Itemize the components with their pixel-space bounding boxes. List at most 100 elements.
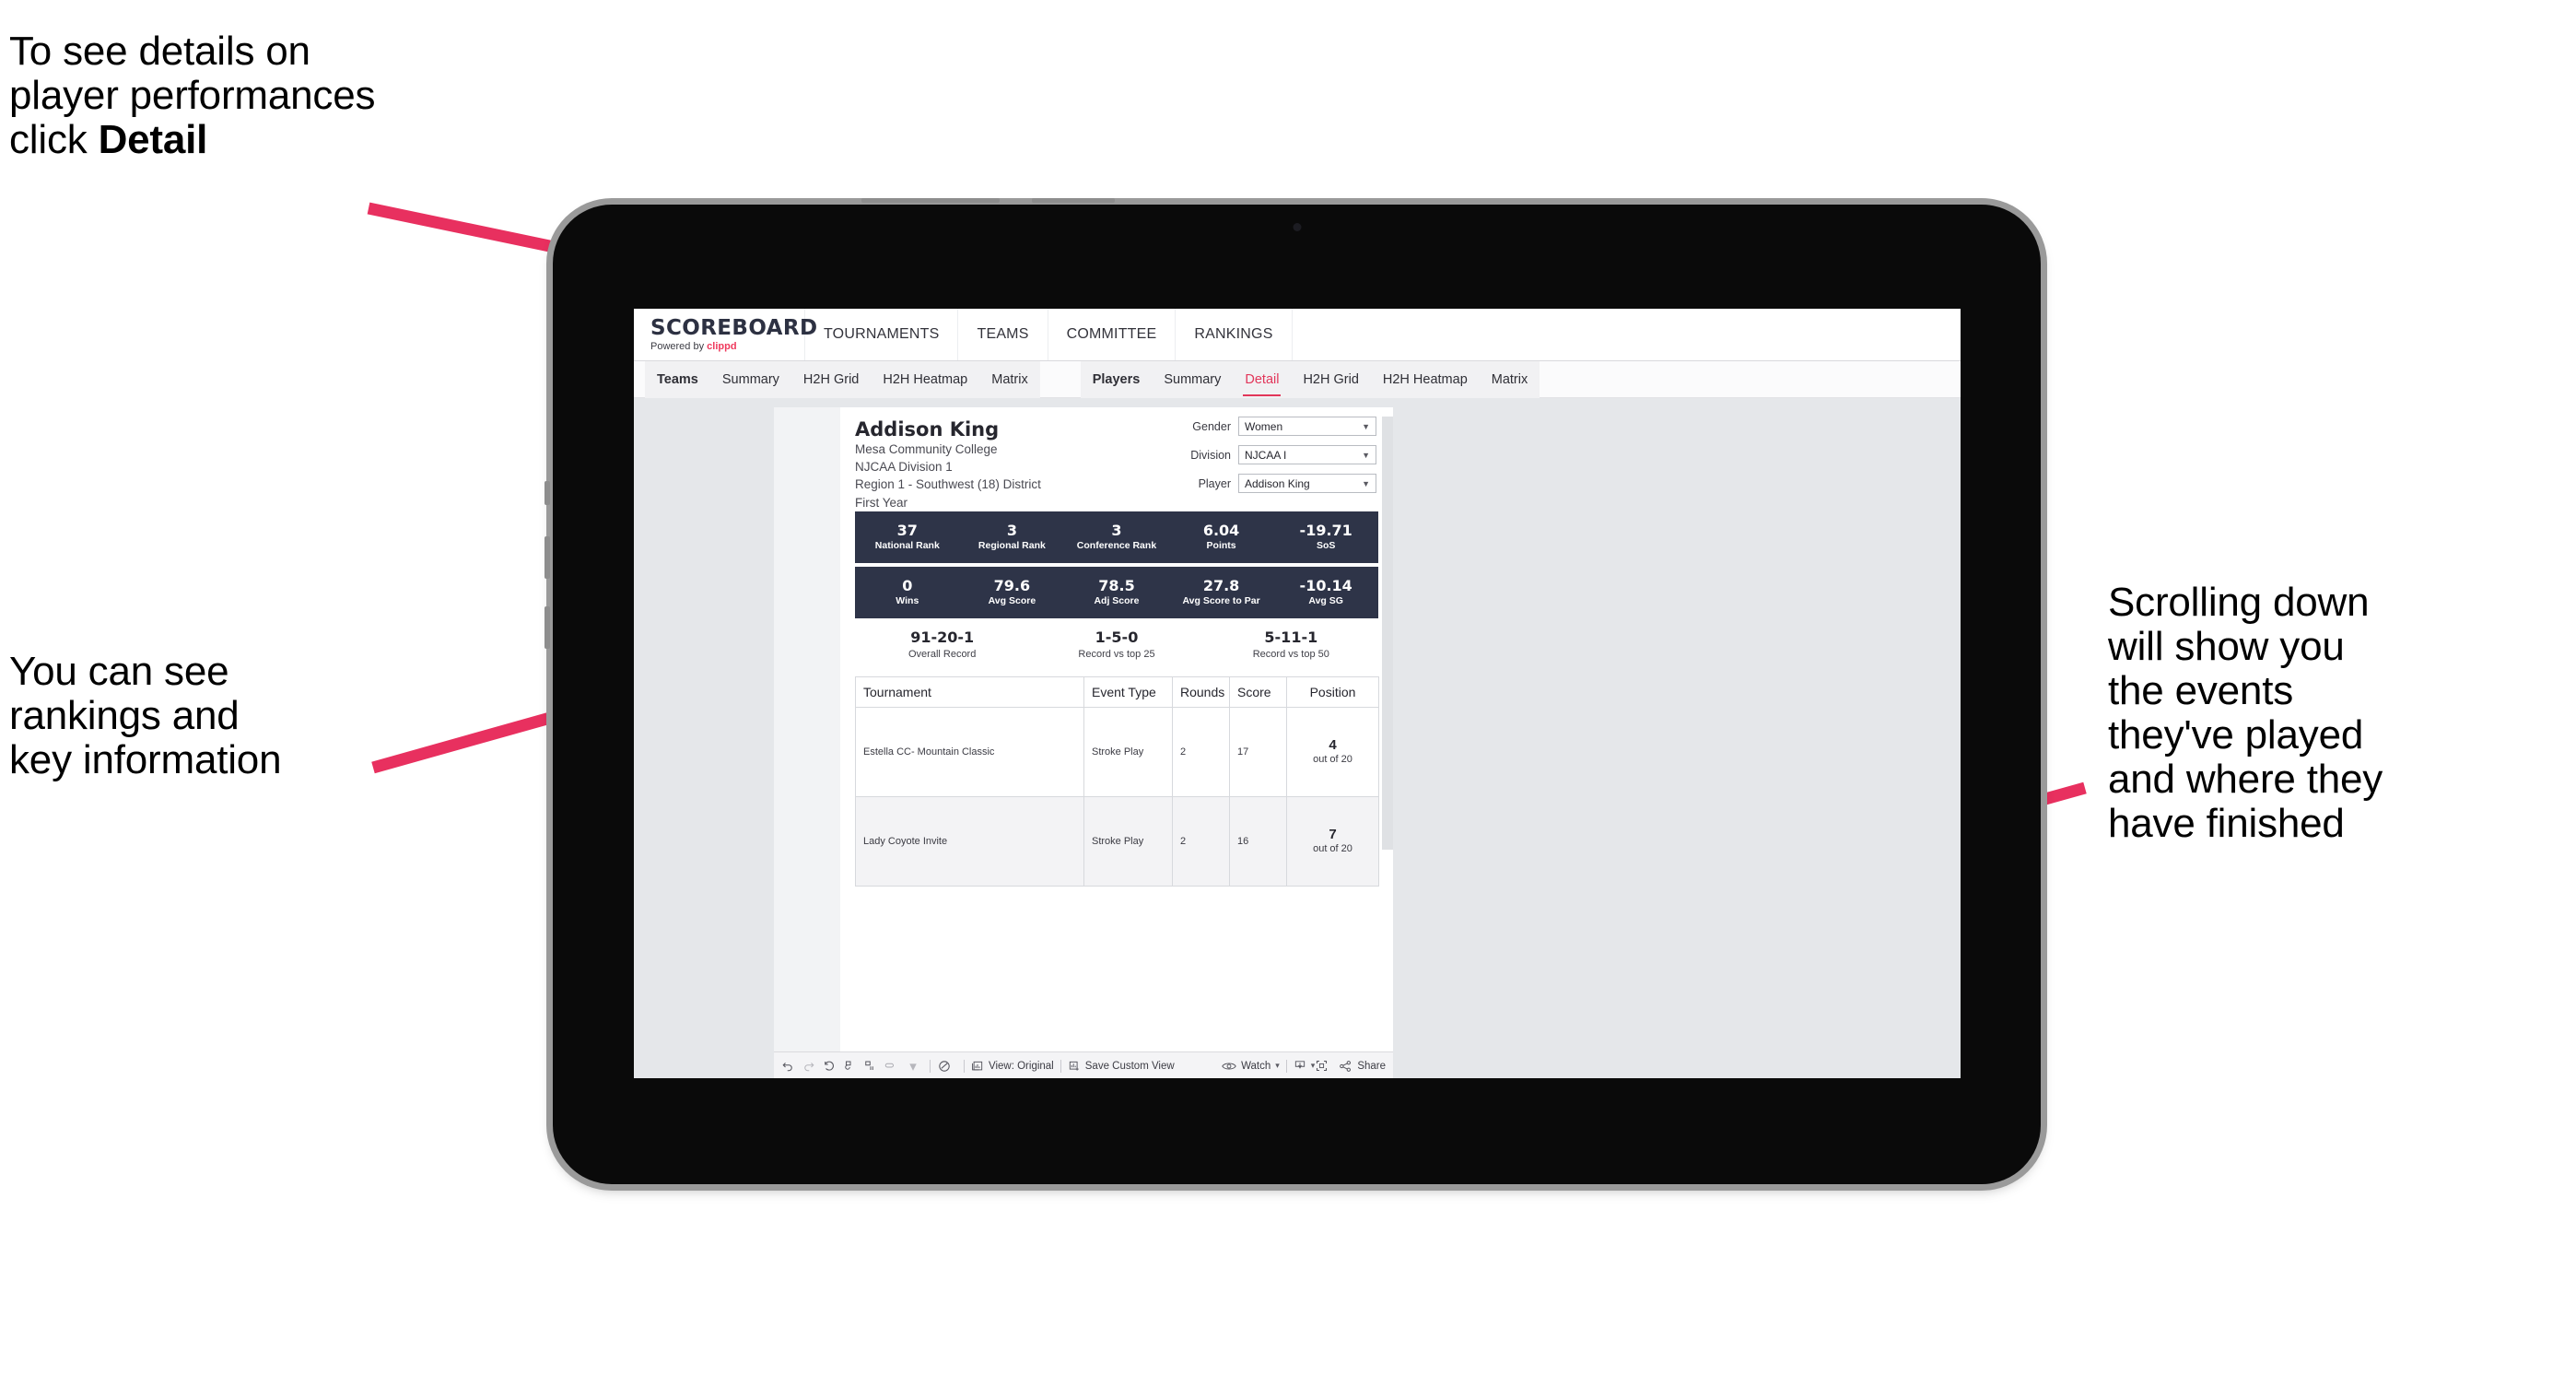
column-rounds[interactable]: Rounds <box>1172 676 1230 708</box>
column-tournament[interactable]: Tournament <box>855 676 1084 708</box>
nav-teams[interactable]: TEAMS <box>958 309 1048 360</box>
tab-players-h2h-heatmap[interactable]: H2H Heatmap <box>1371 361 1480 398</box>
record-top50-label: Record vs top 50 <box>1252 648 1329 660</box>
tab-players-summary[interactable]: Summary <box>1152 361 1233 398</box>
tab-players[interactable]: Players <box>1081 361 1153 398</box>
cell-tournament: Estella CC- Mountain Classic <box>855 707 1084 797</box>
stat-adj-score: 78.5 Adj Score <box>1064 577 1169 608</box>
stat-national-rank: 37 National Rank <box>855 522 960 553</box>
watch-label: Watch <box>1241 1060 1271 1072</box>
record-overall-label: Overall Record <box>907 648 977 660</box>
player-year: First Year <box>855 495 908 510</box>
nav-tournaments[interactable]: TOURNAMENTS <box>805 309 959 360</box>
tab-teams-h2h-grid[interactable]: H2H Grid <box>791 361 871 398</box>
tablet-camera <box>1293 223 1301 231</box>
powered-by-text: Powered by <box>650 340 708 352</box>
vertical-scrollbar[interactable] <box>1382 417 1393 850</box>
redo-icon <box>802 1059 822 1073</box>
annotation-click-detail: To see details on player performances cl… <box>9 29 599 162</box>
stat-wins: 0 Wins <box>855 577 960 608</box>
fullscreen-icon[interactable] <box>1315 1059 1335 1073</box>
tablet-top-button-1 <box>861 198 1000 203</box>
stat-adj-score-value: 78.5 <box>1098 577 1135 595</box>
view-original-button[interactable]: View: Original <box>971 1060 1054 1073</box>
tab-players-h2h-grid[interactable]: H2H Grid <box>1291 361 1370 398</box>
table-row[interactable]: Estella CC- Mountain Classic Stroke Play… <box>855 707 1379 797</box>
stat-avg-sg-label: Avg SG <box>1308 595 1343 607</box>
workspace-left-gutter <box>634 407 774 1078</box>
column-event-type[interactable]: Event Type <box>1083 676 1173 708</box>
pause-auto-update-icon[interactable] <box>862 1059 883 1073</box>
save-custom-view-label: Save Custom View <box>1084 1060 1175 1072</box>
filter-player: Player Addison King ▼ <box>1146 474 1376 493</box>
stat-points-value: 6.04 <box>1202 522 1240 540</box>
share-icon <box>1339 1060 1352 1073</box>
tablet-volume-up-button <box>544 536 550 579</box>
tab-teams-matrix[interactable]: Matrix <box>979 361 1039 398</box>
view-original-label: View: Original <box>989 1060 1054 1072</box>
column-score[interactable]: Score <box>1229 676 1287 708</box>
teams-tab-group: Teams Summary H2H Grid H2H Heatmap Matri… <box>645 360 1040 398</box>
stat-conference-rank: 3 Conference Rank <box>1064 522 1169 553</box>
tab-teams-summary[interactable]: Summary <box>710 361 791 398</box>
pause-icon[interactable] <box>937 1059 957 1074</box>
cell-position: 7 out of 20 <box>1286 796 1379 887</box>
filter-division-label: Division <box>1190 448 1231 462</box>
clippd-brand: clippd <box>707 340 737 352</box>
cell-rounds: 2 <box>1172 796 1230 887</box>
tab-players-detail[interactable]: Detail <box>1233 361 1291 398</box>
annotation-click-detail-bold: Detail <box>98 116 208 162</box>
app-header: SCOREBOARD Powered by clippd TOURNAMENTS… <box>634 309 1961 361</box>
stat-sos: -19.71 SoS <box>1273 522 1378 553</box>
refresh-data-icon[interactable] <box>842 1059 862 1073</box>
stats-row-rankings: 37 National Rank 3 Regional Rank 3 Confe… <box>855 511 1378 563</box>
cell-position-value: 4 <box>1329 737 1337 754</box>
toolbar-divider <box>930 1059 931 1073</box>
annotation-scroll-events: Scrolling down will show you the events … <box>2108 580 2383 846</box>
filter-player-select[interactable]: Addison King ▼ <box>1238 474 1376 493</box>
nav-rankings[interactable]: RANKINGS <box>1176 309 1293 360</box>
filter-panel: Gender Women ▼ Division NJCAA I ▼ Player… <box>1146 417 1376 502</box>
record-top25-label: Record vs top 25 <box>1078 648 1155 660</box>
player-name: Addison King <box>855 418 1000 440</box>
watch-button[interactable]: Watch ▾ <box>1222 1061 1280 1072</box>
stat-points-label: Points <box>1206 540 1236 552</box>
download-button[interactable]: ▾ <box>1294 1059 1315 1073</box>
table-row[interactable]: Lady Coyote Invite Stroke Play 2 16 7 ou… <box>855 796 1379 887</box>
filter-division-select[interactable]: NJCAA I ▼ <box>1238 445 1376 464</box>
stat-avg-sg: -10.14 Avg SG <box>1273 577 1378 608</box>
cell-event-type: Stroke Play <box>1083 707 1173 797</box>
player-detail-sheet: Addison King Mesa Community College NJCA… <box>840 407 1393 1078</box>
stat-national-rank-label: National Rank <box>874 540 940 552</box>
chevron-down-icon[interactable]: ▾ <box>903 1058 923 1075</box>
revert-icon[interactable] <box>822 1059 842 1073</box>
chevron-down-icon: ▾ <box>1275 1061 1280 1070</box>
filter-gender-label: Gender <box>1192 419 1231 433</box>
stat-wins-value: 0 <box>902 577 913 595</box>
toolbar-divider <box>964 1059 965 1073</box>
tab-teams-h2h-heatmap[interactable]: H2H Heatmap <box>871 361 979 398</box>
highlight-icon[interactable] <box>883 1059 903 1073</box>
record-top25: 1-5-0 Record vs top 25 <box>1029 628 1203 661</box>
tab-players-matrix[interactable]: Matrix <box>1480 361 1540 398</box>
tab-teams[interactable]: Teams <box>645 361 710 398</box>
stat-conference-rank-value: 3 <box>1111 522 1122 540</box>
filter-gender-select[interactable]: Women ▼ <box>1238 417 1376 436</box>
brand-logo[interactable]: SCOREBOARD Powered by clippd <box>634 309 817 360</box>
column-position[interactable]: Position <box>1286 676 1379 708</box>
toolbar-divider <box>1060 1059 1061 1073</box>
tablet-device-frame: SCOREBOARD Powered by clippd TOURNAMENTS… <box>544 198 2041 1184</box>
filter-division-value: NJCAA I <box>1245 448 1287 462</box>
share-button[interactable]: Share <box>1339 1060 1386 1073</box>
player-school: Mesa Community College <box>855 442 998 457</box>
nav-filler <box>1293 309 1961 360</box>
workspace-right-gutter <box>1393 407 1961 1078</box>
filter-gender: Gender Women ▼ <box>1146 417 1376 436</box>
stat-adj-score-label: Adj Score <box>1094 595 1140 607</box>
filter-division: Division NJCAA I ▼ <box>1146 445 1376 464</box>
undo-icon[interactable] <box>781 1059 802 1073</box>
nav-committee[interactable]: COMMITTEE <box>1048 309 1177 360</box>
stat-regional-rank-value: 3 <box>1006 522 1017 540</box>
save-custom-view-button[interactable]: Save Custom View <box>1068 1060 1175 1073</box>
events-table: Tournament Event Type Rounds Score Posit… <box>855 676 1379 887</box>
